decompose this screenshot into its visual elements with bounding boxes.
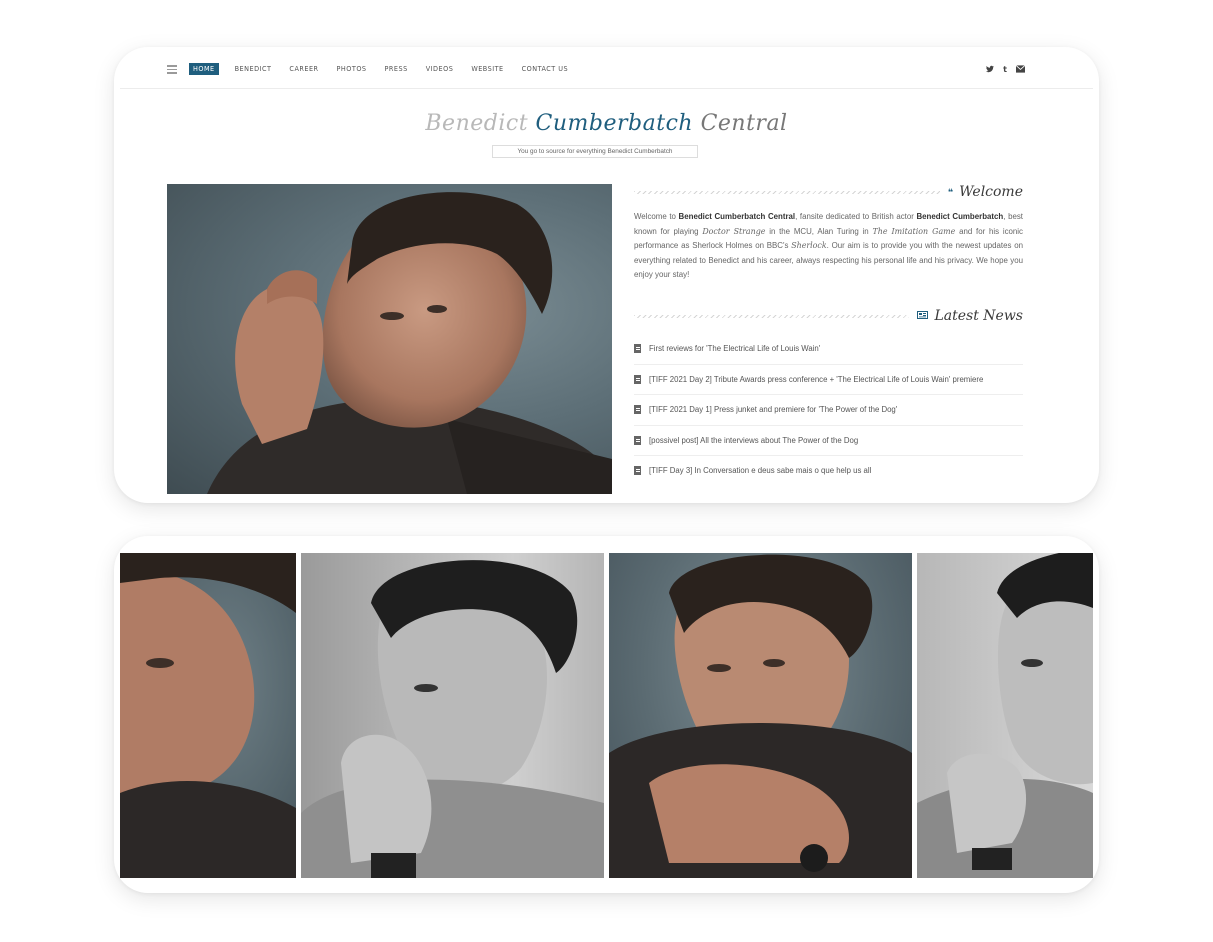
heading-divider (634, 190, 940, 194)
document-icon (634, 344, 641, 354)
nav-item-videos[interactable]: VIDEOS (426, 63, 454, 75)
document-icon (634, 405, 641, 415)
latest-news-title: Latest News (934, 308, 1023, 324)
news-item[interactable]: [TIFF 2021 Day 2] Tribute Awards press c… (634, 365, 1023, 395)
nav-divider (120, 88, 1093, 89)
top-navigation: HOME BENEDICT CAREER PHOTOS PRESS VIDEOS… (114, 47, 1099, 89)
document-icon (634, 374, 641, 384)
site-tagline: You go to source for everything Benedict… (492, 145, 698, 158)
heading-divider (634, 314, 910, 318)
nav-item-benedict[interactable]: BENEDICT (235, 63, 272, 75)
news-item[interactable]: [possivel post] All the interviews about… (634, 426, 1023, 456)
welcome-heading: ❝ Welcome (634, 184, 1023, 200)
newspaper-icon (917, 311, 929, 321)
nav-item-career[interactable]: CAREER (289, 63, 318, 75)
gallery-photo[interactable] (301, 553, 604, 878)
twitter-icon[interactable] (986, 65, 995, 75)
main-panel: HOME BENEDICT CAREER PHOTOS PRESS VIDEOS… (114, 47, 1099, 503)
news-item[interactable]: [TIFF Day 3] In Conversation e deus sabe… (634, 456, 1023, 486)
photo-gallery (120, 553, 1093, 878)
nav-menu: HOME BENEDICT CAREER PHOTOS PRESS VIDEOS… (189, 63, 586, 75)
welcome-title: Welcome (959, 184, 1023, 200)
gallery-photo[interactable] (120, 553, 296, 878)
latest-news-heading: Latest News (634, 308, 1023, 324)
gallery-photo[interactable] (917, 553, 1093, 878)
gallery-photo[interactable] (609, 553, 912, 878)
social-links: t (986, 65, 1026, 75)
nav-item-home[interactable]: HOME (189, 63, 219, 75)
news-item[interactable]: First reviews for 'The Electrical Life o… (634, 334, 1023, 365)
site-title[interactable]: Benedict Cumberbatch Central (114, 111, 1099, 136)
news-item[interactable]: [TIFF 2021 Day 1] Press junket and premi… (634, 395, 1023, 426)
nav-item-website[interactable]: WEBSITE (471, 63, 503, 75)
gallery-panel (114, 536, 1099, 893)
quote-icon: ❝ (947, 186, 954, 197)
document-icon (634, 466, 641, 476)
news-list: First reviews for 'The Electrical Life o… (634, 334, 1023, 486)
hero-photo (167, 184, 612, 494)
nav-item-photos[interactable]: PHOTOS (337, 63, 367, 75)
envelope-icon[interactable] (1015, 65, 1026, 75)
welcome-paragraph: Welcome to Benedict Cumberbatch Central,… (634, 212, 1024, 280)
tumblr-icon[interactable]: t (1003, 65, 1007, 75)
document-icon (634, 435, 641, 445)
nav-item-press[interactable]: PRESS (385, 63, 408, 75)
nav-item-contact-us[interactable]: CONTACT US (522, 63, 569, 75)
hamburger-menu-icon[interactable] (167, 65, 177, 74)
